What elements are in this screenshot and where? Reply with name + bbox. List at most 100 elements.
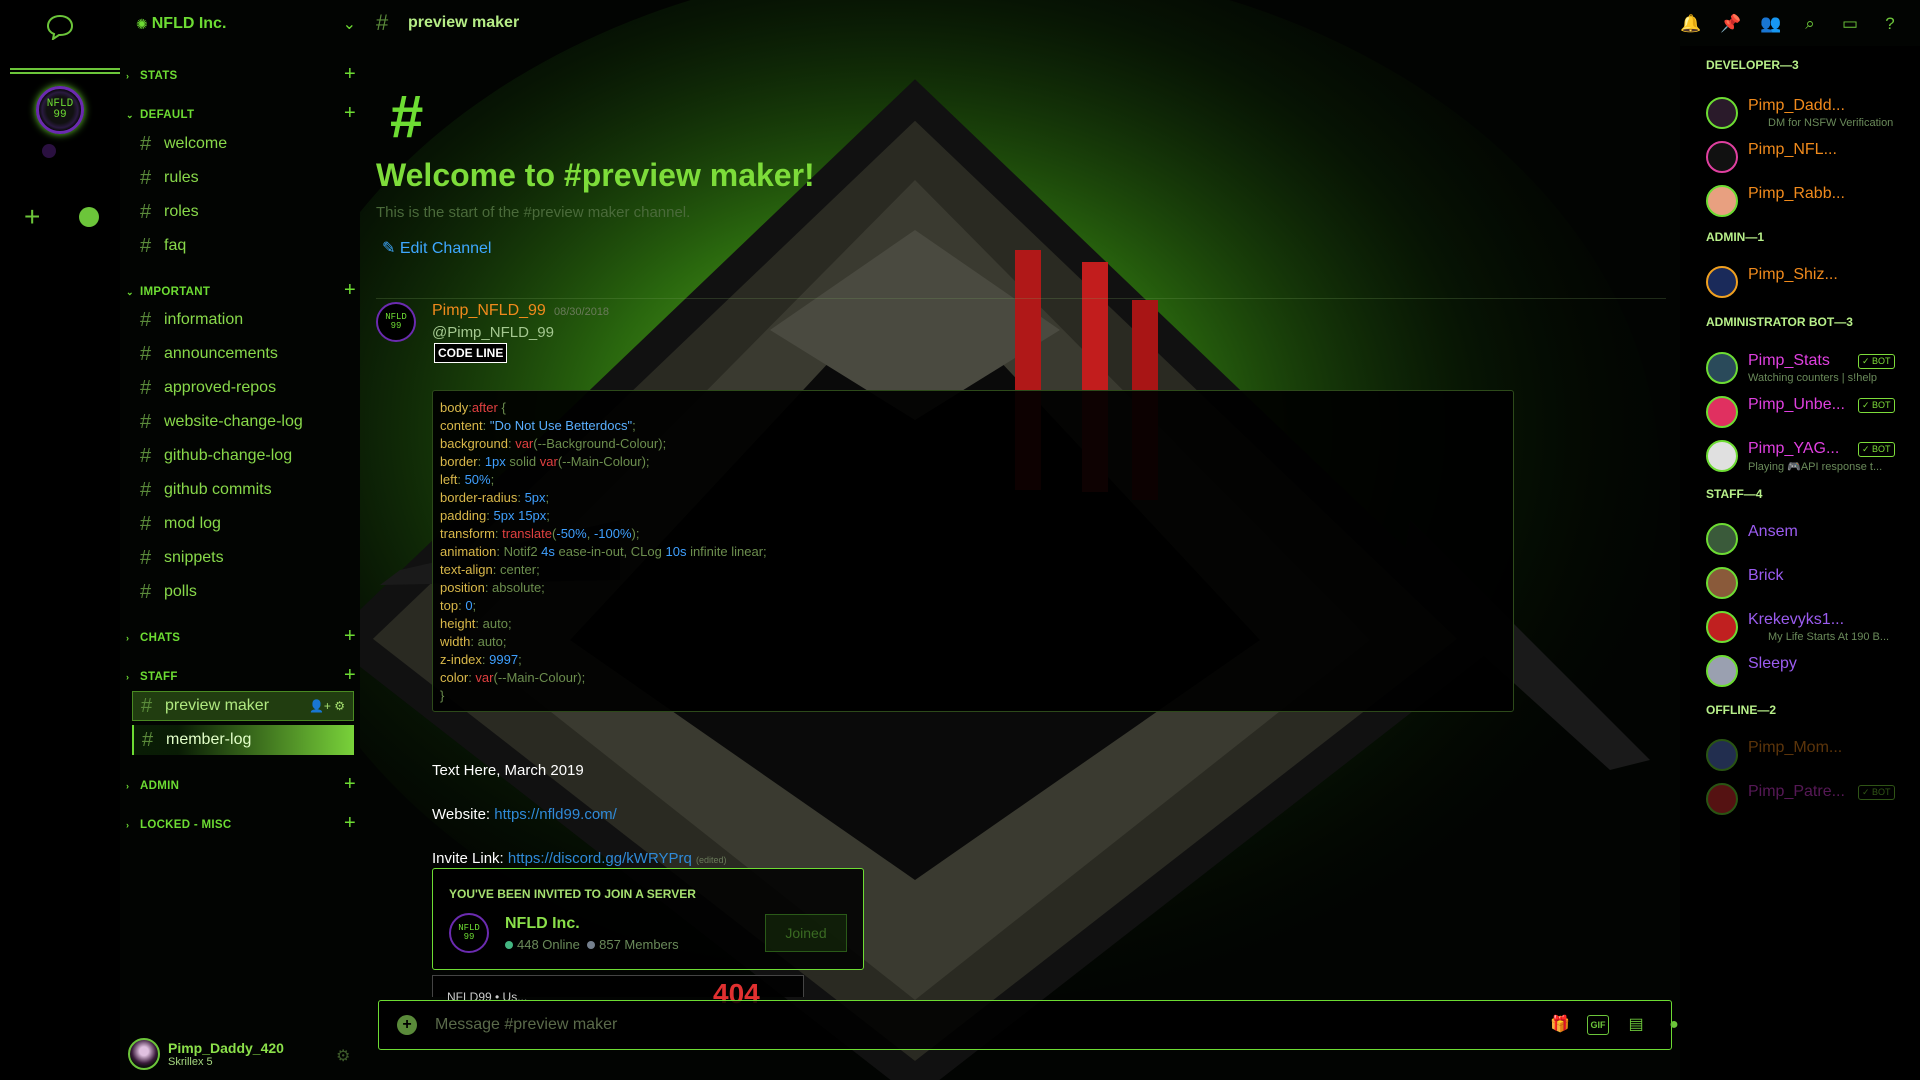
- help-icon[interactable]: ?: [1880, 14, 1900, 34]
- member-name: Brick: [1748, 567, 1784, 584]
- chevron-down-icon[interactable]: ⌄: [343, 14, 356, 34]
- code-line: left: 50%;: [440, 472, 495, 487]
- member-item[interactable]: Krekevyks1... My Life Starts At 190 B...: [1706, 605, 1920, 649]
- member-activity: My Life Starts At 190 B...: [1768, 631, 1890, 643]
- channel-github-change-log[interactable]: # github-change-log: [132, 441, 354, 471]
- emoji-icon[interactable]: ●: [1663, 1014, 1680, 1036]
- chevron-down-icon: ⌄: [126, 109, 134, 120]
- member-item[interactable]: Pimp_Mom...: [1706, 733, 1920, 777]
- edited-tag: (edited): [696, 855, 727, 865]
- member-item[interactable]: Pimp_Dadd... DM for NSFW Verification: [1706, 91, 1920, 135]
- invite-stats: 448 Online 857 Members: [505, 937, 679, 952]
- chat-bubble-icon[interactable]: [46, 14, 74, 40]
- discord-app: NFLD 99 + ✺ NFLD Inc. ⌄ › STATS + ⌄ DEFAULT…: [0, 0, 1920, 1080]
- server-icon-small[interactable]: [42, 144, 56, 158]
- member-item[interactable]: Pimp_Unbe... ✓ BOT: [1706, 390, 1920, 434]
- add-channel-icon[interactable]: +: [344, 773, 356, 796]
- edit-channel-label: Edit Channel: [399, 240, 492, 257]
- chevron-right-icon: ›: [126, 820, 130, 830]
- invite-settings-icons[interactable]: 👤+ ⚙: [309, 699, 345, 713]
- code-line-label: CODE LINE: [434, 343, 508, 363]
- add-channel-icon[interactable]: +: [344, 812, 356, 835]
- message-mention[interactable]: @Pimp_NFLD_99: [432, 324, 554, 341]
- category-important[interactable]: ⌄ IMPORTANT +: [126, 279, 356, 301]
- gift-icon[interactable]: 🎁: [1549, 1014, 1571, 1036]
- channel-information[interactable]: # information: [132, 305, 354, 335]
- member-item[interactable]: Pimp_Rabb...: [1706, 179, 1920, 223]
- channel-label: member-log: [166, 731, 252, 748]
- channel-preview-maker[interactable]: # preview maker 👤+ ⚙: [132, 691, 354, 721]
- code-line: width: auto;: [440, 634, 507, 649]
- hash-icon: #: [140, 166, 152, 189]
- channel-faq[interactable]: # faq: [132, 231, 354, 261]
- code-line: text-align: center;: [440, 562, 540, 577]
- code-line: border-radius: 5px;: [440, 490, 550, 505]
- category-admin[interactable]: › ADMIN +: [126, 773, 356, 795]
- explore-servers-icon[interactable]: [79, 207, 99, 227]
- member-item[interactable]: Pimp_Shiz...: [1706, 260, 1920, 304]
- category-locked-misc[interactable]: › LOCKED - MISC +: [126, 812, 356, 834]
- category-chats[interactable]: › CHATS +: [126, 625, 356, 647]
- member-list: DEVELOPER—3 Pimp_Dadd... DM for NSFW Veri…: [1680, 46, 1920, 1080]
- members-count: 857 Members: [599, 937, 679, 952]
- channel-announcements[interactable]: # announcements: [132, 339, 354, 369]
- add-channel-icon[interactable]: +: [344, 279, 356, 302]
- member-item[interactable]: Sleepy: [1706, 649, 1920, 693]
- server-icon-nfld[interactable]: NFLD 99: [36, 86, 84, 134]
- channel-snippets[interactable]: # snippets: [132, 543, 354, 573]
- member-item[interactable]: Pimp_Patre... ✓ BOT: [1706, 777, 1920, 821]
- website-link[interactable]: https://nfld99.com/: [494, 806, 617, 823]
- add-server-icon[interactable]: +: [24, 203, 40, 231]
- member-item[interactable]: Pimp_YAG... ✓ BOT Playing 🎮API response t.…: [1706, 434, 1920, 478]
- add-channel-icon[interactable]: +: [344, 102, 356, 125]
- member-group-title: ADMIN—1: [1706, 227, 1920, 247]
- message-input[interactable]: Message #preview maker: [435, 1016, 617, 1034]
- avatar: [1706, 141, 1738, 173]
- category-label: STAFF: [140, 671, 178, 683]
- chevron-right-icon: ›: [126, 672, 130, 682]
- message-composer[interactable]: + Message #preview maker 🎁 GIF ▤ ●: [378, 1000, 1679, 1050]
- code-line: color: var(--Main-Colour);: [440, 670, 586, 685]
- channel-roles[interactable]: # roles: [132, 197, 354, 227]
- sticker-icon[interactable]: ▤: [1625, 1014, 1647, 1036]
- member-group-title: DEVELOPER—3: [1706, 55, 1920, 75]
- category-staff[interactable]: › STAFF +: [126, 664, 356, 686]
- channel-label: announcements: [164, 345, 278, 362]
- channel-approved-repos[interactable]: # approved-repos: [132, 373, 354, 403]
- member-item[interactable]: Ansem: [1706, 517, 1920, 561]
- bot-tag: ✓ BOT: [1858, 354, 1895, 369]
- members-icon[interactable]: 👥: [1760, 14, 1781, 34]
- channel-polls[interactable]: # polls: [132, 577, 354, 607]
- server-header[interactable]: ✺ NFLD Inc. ⌄: [136, 12, 356, 36]
- avatar[interactable]: [128, 1038, 160, 1070]
- invite-link[interactable]: https://discord.gg/kWRYPrq: [508, 850, 692, 867]
- avatar: [1706, 783, 1738, 815]
- inbox-icon[interactable]: ▭: [1840, 14, 1860, 34]
- category-default[interactable]: ⌄ DEFAULT +: [126, 102, 356, 124]
- member-item[interactable]: Pimp_Stats ✓ BOT Watching counters | s!hel…: [1706, 346, 1920, 390]
- add-attachment-icon[interactable]: +: [397, 1015, 417, 1035]
- search-icon[interactable]: ⌕: [1800, 14, 1820, 34]
- category-stats[interactable]: › STATS +: [126, 63, 356, 85]
- add-channel-icon[interactable]: +: [344, 625, 356, 648]
- add-channel-icon[interactable]: +: [344, 63, 356, 86]
- edit-channel-link[interactable]: ✎ Edit Channel: [382, 238, 491, 258]
- channel-member-log[interactable]: # member-log: [132, 725, 354, 755]
- avatar-text: NFLD 99: [385, 312, 407, 331]
- channel-mod-log[interactable]: # mod log: [132, 509, 354, 539]
- message-author[interactable]: Pimp_NFLD_99: [432, 302, 546, 320]
- joined-button[interactable]: Joined: [765, 914, 847, 952]
- gif-icon[interactable]: GIF: [1587, 1015, 1609, 1035]
- avatar: [1706, 567, 1738, 599]
- pin-icon[interactable]: 📌: [1720, 14, 1741, 34]
- member-item[interactable]: Pimp_NFL...: [1706, 135, 1920, 179]
- message-avatar[interactable]: NFLD 99: [376, 302, 416, 342]
- bell-icon[interactable]: 🔔: [1680, 14, 1701, 34]
- channel-github-commits[interactable]: # github commits: [132, 475, 354, 505]
- channel-rules[interactable]: # rules: [132, 163, 354, 193]
- channel-welcome[interactable]: # welcome: [132, 129, 354, 159]
- member-item[interactable]: Brick: [1706, 561, 1920, 605]
- gear-icon[interactable]: ⚙: [336, 1046, 350, 1066]
- channel-website-change-log[interactable]: # website-change-log: [132, 407, 354, 437]
- add-channel-icon[interactable]: +: [344, 664, 356, 687]
